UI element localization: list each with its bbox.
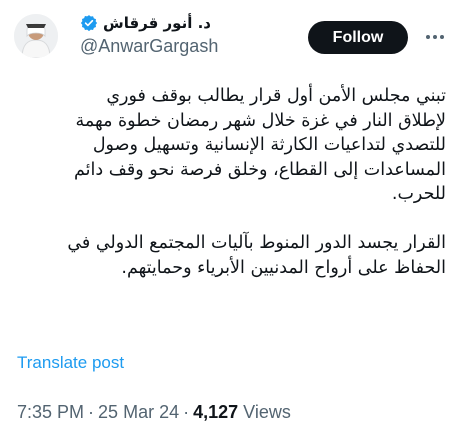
views-count: 4,127: [193, 402, 239, 422]
translate-post-link[interactable]: Translate post: [17, 353, 124, 373]
post-time[interactable]: 7:35 PM: [17, 402, 84, 423]
post-date[interactable]: 25 Mar 24: [98, 402, 179, 423]
tweet-line: للحرب.: [391, 184, 446, 205]
separator: ·: [88, 402, 95, 422]
follow-button[interactable]: Follow: [308, 21, 408, 54]
display-name[interactable]: د. أنور قرقاش: [103, 14, 211, 32]
tweet-line: المساعدات إلى القطاع، وخلق فرصة نحو وقف …: [74, 159, 446, 180]
views-label: Views: [243, 402, 291, 422]
separator: ·: [183, 402, 190, 422]
avatar[interactable]: [14, 14, 58, 58]
tweet-line: الحفاظ على أرواح المدنيين الأبرياء وحماي…: [121, 257, 446, 278]
profile-photo-icon: [14, 14, 58, 58]
tweet-line: القرار يجسد الدور المنوط بآليات المجتمع …: [67, 232, 446, 253]
verified-badge-icon: [80, 15, 98, 32]
name-row: د. أنور قرقاش: [80, 14, 240, 32]
tweet-text: تبني مجلس الأمن أول قرار يطالب بوقف فوري…: [14, 84, 446, 280]
tweet-line: للتصدي لتداعيات الكارثة الإنسانية وتسهيل…: [92, 135, 446, 156]
tweet-header: د. أنور قرقاش @AnwarGargash Follow: [0, 0, 460, 72]
more-options-icon[interactable]: [420, 22, 450, 52]
tweet-meta: 7:35 PM · 25 Mar 24 · 4,127 Views: [17, 402, 291, 423]
tweet-line: تبني مجلس الأمن أول قرار يطالب بوقف فوري: [106, 86, 446, 106]
tweet-line: لإطلاق النار في غزة خلال شهر رمضان خطوة …: [75, 110, 446, 131]
author-handle[interactable]: @AnwarGargash: [80, 36, 240, 57]
author-info: د. أنور قرقاش @AnwarGargash: [80, 14, 240, 57]
dot: [426, 35, 430, 39]
dot: [440, 35, 444, 39]
dot: [433, 35, 437, 39]
